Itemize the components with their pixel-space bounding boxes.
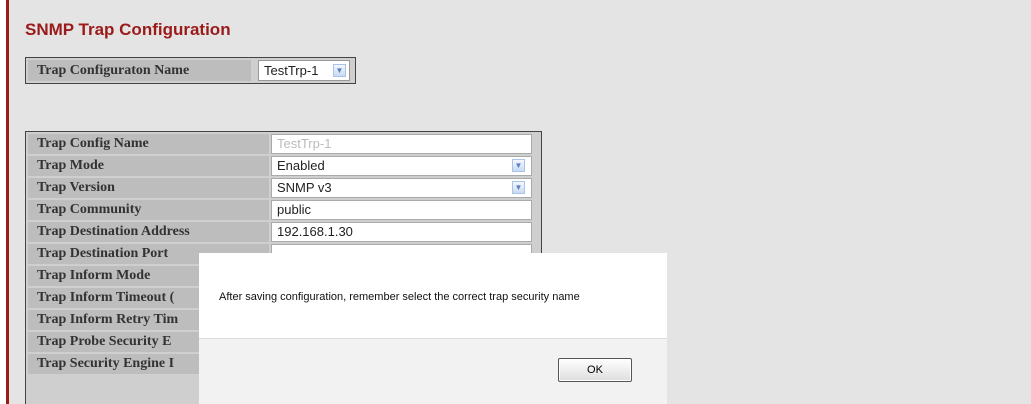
- row-label: Trap Version: [28, 178, 269, 198]
- trap-version-select[interactable]: SNMP v3 ▼: [271, 178, 532, 198]
- row-trap-config-name: Trap Config Name TestTrp-1: [26, 132, 541, 155]
- row-trap-version: Trap Version SNMP v3 ▼: [26, 176, 541, 199]
- left-accent-bar: [0, 0, 9, 404]
- trap-name-selector-row: Trap Configuraton Name TestTrp-1 ▼: [25, 57, 356, 84]
- row-trap-destination-address: Trap Destination Address 192.168.1.30: [26, 220, 541, 243]
- trap-name-select[interactable]: TestTrp-1 ▼: [258, 60, 350, 81]
- chevron-down-icon[interactable]: ▼: [512, 159, 525, 172]
- alert-message: After saving configuration, remember sel…: [219, 291, 580, 303]
- trap-name-select-value: TestTrp-1: [264, 63, 319, 78]
- row-label: Trap Mode: [28, 156, 269, 176]
- trap-community-input[interactable]: public: [271, 200, 532, 220]
- row-label: Trap Destination Address: [28, 222, 269, 242]
- accent-stripe: [6, 0, 9, 404]
- trap-mode-select[interactable]: Enabled ▼: [271, 156, 532, 176]
- chevron-down-icon[interactable]: ▼: [333, 64, 346, 77]
- row-label: Trap Config Name: [28, 134, 269, 154]
- ok-button[interactable]: OK: [558, 358, 632, 382]
- row-trap-community: Trap Community public: [26, 198, 541, 221]
- chevron-down-icon[interactable]: ▼: [512, 181, 525, 194]
- alert-dialog: After saving configuration, remember sel…: [199, 253, 667, 404]
- trap-name-selector-label: Trap Configuraton Name: [28, 60, 251, 81]
- alert-dialog-body: After saving configuration, remember sel…: [199, 253, 667, 338]
- trap-config-name-input: TestTrp-1: [271, 134, 532, 154]
- page-title: SNMP Trap Configuration: [25, 20, 231, 39]
- trap-mode-value: Enabled: [277, 158, 325, 173]
- row-trap-mode: Trap Mode Enabled ▼: [26, 154, 541, 177]
- alert-dialog-footer: OK: [199, 338, 667, 404]
- trap-destination-address-input[interactable]: 192.168.1.30: [271, 222, 532, 242]
- row-label: Trap Community: [28, 200, 269, 220]
- trap-version-value: SNMP v3: [277, 180, 332, 195]
